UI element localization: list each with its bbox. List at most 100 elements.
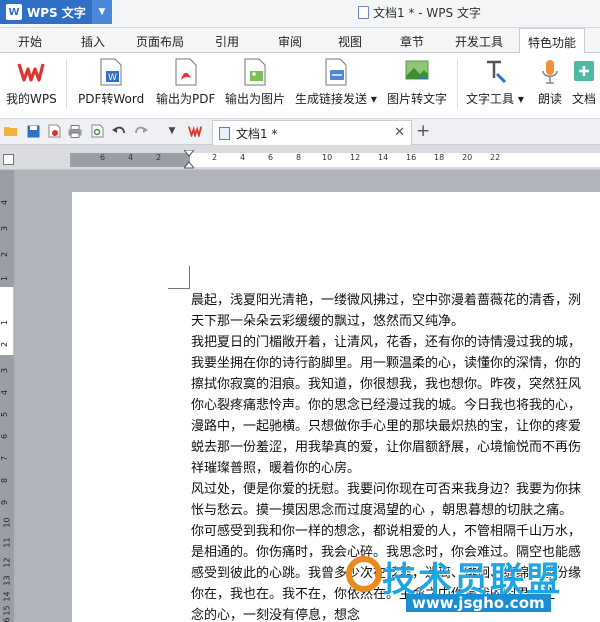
ruler-number: 4: [0, 389, 10, 396]
share-link-label: 生成链接发送 ▾: [295, 92, 377, 106]
export-pdf-icon: [171, 57, 201, 87]
title-bar: W WPS 文字 ▼ 文档1 * - WPS 文字: [0, 0, 600, 28]
ruler-number: 4: [128, 153, 134, 162]
doc-line: 晨起，浅夏阳光清艳，一缕微风拂过，空中弥漫着蔷薇花的清香，洌: [191, 293, 582, 308]
ruler-number: 18: [434, 153, 445, 162]
page-corner-mark: [189, 266, 190, 288]
chevron-down-icon[interactable]: ▼: [92, 0, 112, 24]
export-pdf-label: 输出为PDF: [156, 92, 216, 106]
ruler-number: 4: [240, 153, 246, 162]
save-icon[interactable]: [26, 124, 40, 138]
ruler-number: 8: [296, 153, 302, 162]
ruler-number: 2: [212, 153, 218, 162]
ruler-number: 9: [0, 499, 10, 506]
ruler-number: 14: [2, 591, 12, 602]
tab-references[interactable]: 引用: [215, 33, 239, 50]
tab-start[interactable]: 开始: [18, 33, 42, 50]
doc-line: 蜕去那一份羞涩，用我挚真的爱，让你眉额舒展，心境愉悦而不再伤: [191, 440, 582, 455]
ruler-number: 2: [156, 153, 162, 162]
doc-line: 你可感受到我和你一样的想念，都说相爱的人，不管相隔千山万水，: [191, 524, 582, 539]
doc-line: 漫路中，一起驰横。只想做你手心里的那块最炽热的宝，让你的疼爱: [191, 419, 582, 434]
ocr-button[interactable]: 图片转文字: [387, 57, 447, 107]
share-link-button[interactable]: 生成链接发送 ▾: [295, 57, 377, 107]
tab-insert[interactable]: 插入: [81, 33, 105, 50]
tab-sections[interactable]: 章节: [400, 33, 424, 50]
site-watermark: 技术员联盟 www.jsgho.com: [340, 552, 600, 622]
doc-line: 擦拭你寂寞的泪痕。我知道，你很想我，我也想你。昨夜，突然狂风: [191, 377, 582, 392]
ruler-number: 6: [100, 153, 106, 162]
ruler-number: 15: [2, 605, 12, 616]
app-menu-button[interactable]: W WPS 文字 ▼: [0, 0, 112, 24]
export-pdf-button[interactable]: 输出为PDF: [156, 57, 215, 107]
doc-icon: [569, 57, 599, 87]
read-aloud-button[interactable]: 朗读: [535, 57, 565, 107]
ruler-number: 6: [0, 433, 10, 440]
wps-logo-icon[interactable]: [188, 124, 202, 138]
ruler-number: 1: [0, 275, 10, 282]
ruler-number: 12: [2, 557, 12, 568]
doc-line: 风过处，便是你爱的抚慰。我要问你现在可否来我身边？我要为你抹: [191, 482, 582, 497]
ruler-number: 2: [0, 251, 10, 258]
redo-icon[interactable]: [134, 124, 148, 138]
tab-developer[interactable]: 开发工具: [455, 33, 503, 50]
close-icon[interactable]: ✕: [394, 125, 405, 140]
document-tab[interactable]: 文档1 * ✕: [212, 120, 412, 145]
undo-icon[interactable]: [112, 124, 126, 138]
ruler-number: 16: [406, 153, 417, 162]
gear-icon: [346, 556, 382, 592]
indent-marker[interactable]: [184, 150, 194, 170]
export-pdf-icon[interactable]: [47, 124, 61, 138]
doc-line: 怅与愁云。摸一摸因思念而过度渴望的心 ，朝思暮想的切肤之痛。: [191, 503, 573, 518]
microphone-icon: [535, 57, 565, 87]
new-tab-plus-icon[interactable]: +: [416, 121, 430, 141]
tab-stop-selector[interactable]: [3, 154, 14, 165]
ruler-number: 10: [322, 153, 333, 162]
doc-line: 我要坐拥在你的诗行韵脚里。用一颗温柔的心，读懂你的深情，你的: [191, 356, 582, 371]
document-icon: [219, 126, 230, 140]
tab-view[interactable]: 视图: [338, 33, 362, 50]
ruler-number: 2: [0, 341, 10, 348]
dropdown-icon[interactable]: ▼: [165, 124, 179, 138]
wps-logo-icon: [16, 57, 46, 87]
read-aloud-label: 朗读: [537, 92, 562, 106]
ruler-bar: 6 4 2 2 4 6 8 10 12 14 16 18 20 22: [0, 145, 600, 170]
ribbon-divider: [66, 59, 67, 109]
ruler-number: 8: [0, 477, 10, 484]
preview-icon[interactable]: [90, 124, 104, 138]
doc-button[interactable]: 文档: [569, 57, 599, 107]
text-tools-icon: [480, 57, 510, 87]
document-icon: [358, 6, 369, 19]
quick-access-bar: ▼ 文档1 * ✕ +: [0, 119, 600, 145]
my-wps-button[interactable]: 我的WPS: [6, 57, 57, 107]
horizontal-ruler[interactable]: 6 4 2 2 4 6 8 10 12 14 16 18 20 22: [70, 150, 600, 170]
my-wps-label: 我的WPS: [6, 92, 57, 106]
ruler-number: 11: [2, 537, 12, 548]
ribbon-divider: [457, 59, 458, 109]
tab-page-layout[interactable]: 页面布局: [136, 33, 184, 50]
ruler-number: 4: [0, 199, 10, 206]
doc-line: 我把夏日的门楣敞开着，让清风，花香，还有你的诗情漫过我的城，: [191, 335, 582, 350]
ruler-number: 14: [378, 153, 389, 162]
text-tools-label: 文字工具 ▾: [466, 92, 524, 106]
share-link-icon: [321, 57, 351, 87]
page-corner-mark: [168, 288, 190, 289]
tab-special-features[interactable]: 特色功能: [519, 28, 586, 54]
text-tools-button[interactable]: 文字工具 ▾: [466, 57, 524, 107]
menu-bar: 开始 插入 页面布局 引用 审阅 视图 章节 开发工具 特色功能: [0, 28, 600, 54]
ruler-number: 5: [0, 411, 10, 418]
ruler-number: 1: [0, 319, 10, 326]
ruler-number: 3: [0, 225, 10, 232]
doc-line: 你心裂疼痛悲怜声。你的思念已经漫过我的城。今日我也将我的心，: [191, 398, 582, 413]
document-tab-label: 文档1 *: [236, 126, 278, 141]
app-name: WPS 文字: [27, 5, 86, 20]
export-image-label: 输出为图片: [225, 92, 286, 106]
print-icon[interactable]: [68, 124, 82, 138]
ruler-number: 3: [0, 367, 10, 374]
tab-review[interactable]: 审阅: [278, 33, 302, 50]
export-image-button[interactable]: 输出为图片: [225, 57, 285, 107]
pdf-to-word-button[interactable]: W PDF转Word: [78, 57, 144, 107]
open-icon[interactable]: [4, 124, 18, 138]
ruler-number: 12: [350, 153, 361, 162]
vertical-ruler[interactable]: 4 3 2 1 1 2 3 4 5 6 7 8 9 10 11 12 13 14…: [0, 170, 14, 622]
ruler-number: 20: [462, 153, 473, 162]
